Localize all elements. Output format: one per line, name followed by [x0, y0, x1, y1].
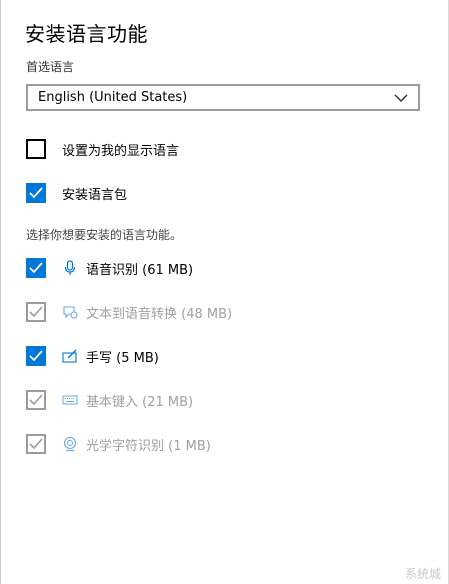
page-title: 安装语言功能	[25, 22, 148, 46]
ocr-label: 光学字符识别 (1 MB)	[86, 438, 211, 454]
text-to-speech-checkbox[interactable]	[26, 302, 46, 322]
feature-basic-typing[interactable]: 基本键入 (21 MB)	[26, 390, 193, 410]
ocr-checkbox[interactable]	[26, 434, 46, 454]
handwriting-icon	[62, 348, 78, 364]
preferred-language-label: 首选语言	[26, 60, 75, 74]
language-pack-label: 安装语言包	[62, 187, 128, 203]
handwriting-label: 手写 (5 MB)	[86, 350, 159, 366]
feature-ocr[interactable]: 光学字符识别 (1 MB)	[26, 434, 211, 454]
basic-typing-label: 基本键入 (21 MB)	[86, 394, 194, 410]
watermark-logo: 系统城	[404, 567, 441, 581]
basic-typing-checkbox[interactable]	[26, 390, 46, 410]
features-description: 选择你想要安装的语言功能。	[26, 228, 183, 242]
handwriting-checkbox[interactable]	[26, 346, 46, 366]
text-to-speech-label: 文本到语音转换 (48 MB)	[86, 306, 233, 322]
display-language-option[interactable]: 设置为我的显示语言	[26, 139, 179, 159]
speech-label: 语音识别 (61 MB)	[86, 262, 194, 278]
feature-speech[interactable]: 语音识别 (61 MB)	[26, 258, 193, 278]
speech-checkbox[interactable]	[26, 258, 46, 278]
display-language-label: 设置为我的显示语言	[62, 143, 180, 159]
feature-text-to-speech[interactable]: 文本到语音转换 (48 MB)	[26, 302, 232, 322]
chevron-down-icon	[394, 92, 408, 107]
feature-handwriting[interactable]: 手写 (5 MB)	[26, 346, 159, 366]
language-pack-option[interactable]: 安装语言包	[26, 183, 127, 203]
preferred-language-value: English (United States)	[38, 90, 188, 105]
keyboard-icon	[62, 392, 78, 408]
panel-left-border	[0, 0, 1, 584]
text-to-speech-icon	[62, 304, 78, 320]
ocr-camera-icon	[62, 436, 78, 452]
language-pack-checkbox[interactable]	[26, 183, 46, 203]
preferred-language-dropdown[interactable]: English (United States)	[26, 84, 420, 111]
display-language-checkbox[interactable]	[26, 139, 46, 159]
microphone-icon	[62, 260, 78, 276]
